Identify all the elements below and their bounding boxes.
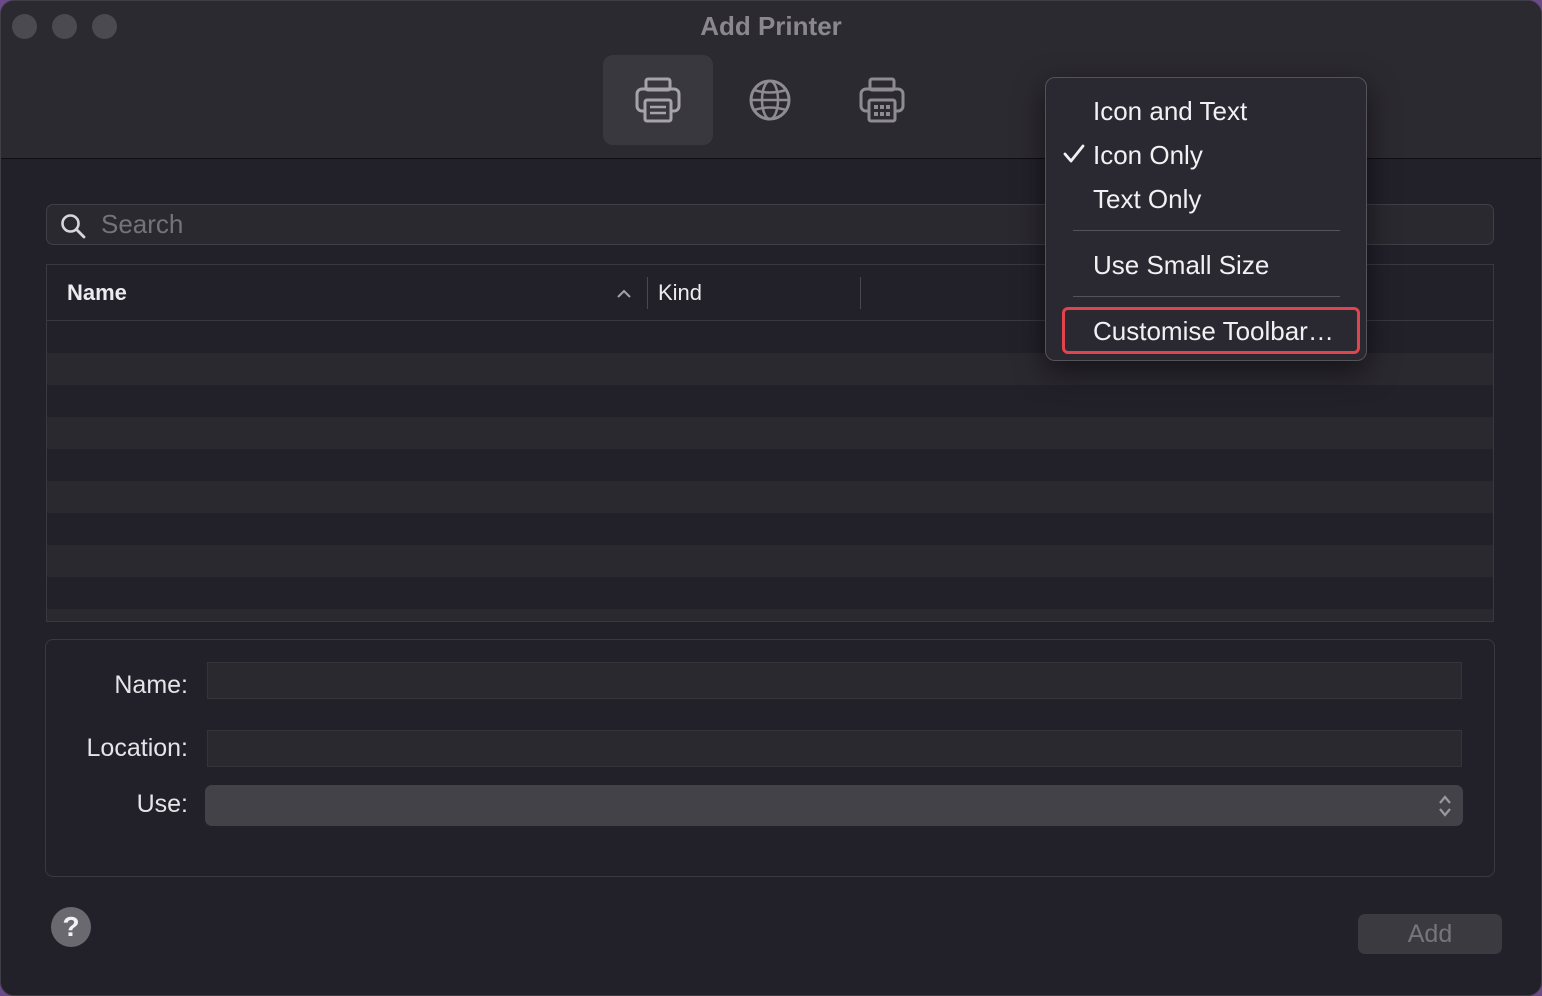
checkmark-icon (1063, 144, 1085, 169)
add-button[interactable]: Add (1358, 914, 1502, 954)
table-row[interactable] (47, 385, 1493, 417)
use-label: Use: (136, 790, 188, 818)
use-select[interactable] (205, 785, 1463, 826)
toolbar-button-windows[interactable] (827, 55, 937, 145)
sort-ascending-icon (616, 286, 632, 304)
column-header-kind[interactable]: Kind (658, 280, 702, 306)
table-row[interactable] (47, 577, 1493, 609)
menu-item-icon-only[interactable]: Icon Only (1093, 140, 1203, 171)
column-divider[interactable] (647, 277, 648, 309)
window-title: Add Printer (700, 11, 842, 41)
table-row[interactable] (47, 449, 1493, 481)
location-label: Location: (86, 734, 188, 762)
menu-separator (1073, 230, 1340, 231)
search-input[interactable] (101, 205, 1001, 244)
location-field[interactable] (207, 730, 1462, 767)
table-row[interactable] (47, 481, 1493, 513)
printer-icon (634, 77, 682, 123)
chevron-updown-icon (1437, 793, 1453, 824)
printer-details-form: Name: Location: Use: (45, 639, 1495, 877)
table-body (47, 321, 1493, 621)
menu-item-use-small-size[interactable]: Use Small Size (1093, 250, 1269, 281)
add-printer-window: Add Printer Search Name Kind Name: Locat… (0, 0, 1542, 996)
column-header-name[interactable]: Name (67, 280, 127, 306)
menu-separator (1073, 296, 1340, 297)
help-button[interactable]: ? (51, 907, 91, 947)
column-divider[interactable] (860, 277, 861, 309)
globe-icon (748, 78, 792, 122)
printer-building-icon (858, 77, 906, 123)
table-row[interactable] (47, 417, 1493, 449)
name-label: Name: (114, 671, 188, 699)
name-field[interactable] (207, 662, 1462, 699)
menu-item-icon-and-text[interactable]: Icon and Text (1093, 96, 1247, 127)
menu-item-text-only[interactable]: Text Only (1093, 184, 1201, 215)
table-row[interactable] (47, 545, 1493, 577)
menu-item-customise-toolbar[interactable]: Customise Toolbar… (1093, 316, 1334, 347)
toolbar-context-menu: Icon and Text Icon Only Text Only Use Sm… (1045, 77, 1367, 361)
toolbar-button-ip[interactable] (715, 55, 825, 145)
toolbar-button-default[interactable] (603, 55, 713, 145)
table-row[interactable] (47, 513, 1493, 545)
search-icon (60, 213, 86, 244)
table-row[interactable] (47, 609, 1493, 621)
